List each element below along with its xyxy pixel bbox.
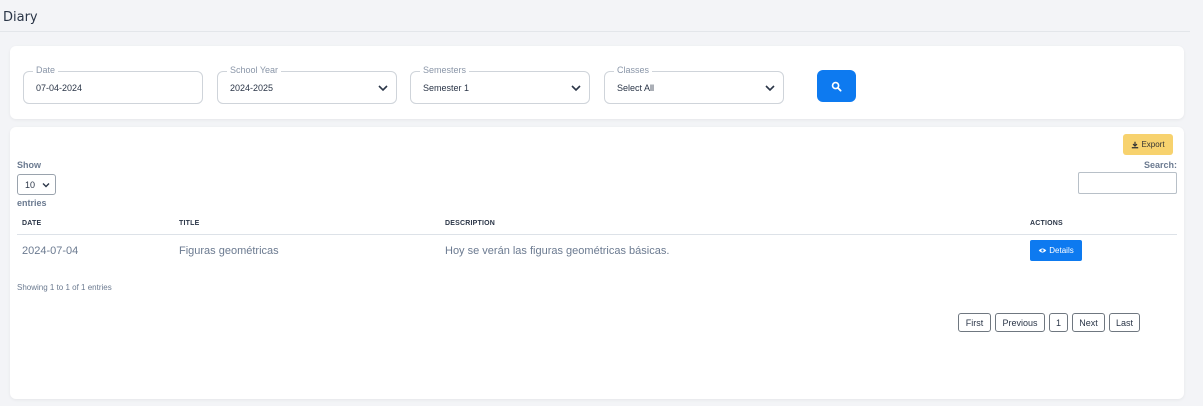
search-button[interactable]	[817, 70, 856, 102]
semesters-label: Semesters	[420, 65, 470, 76]
school-year-label: School Year	[227, 65, 282, 76]
cell-date: 2024-07-04	[22, 245, 79, 257]
search-icon	[831, 81, 842, 92]
page-length-value: 10	[25, 180, 36, 190]
table-search-input[interactable]	[1078, 172, 1177, 194]
column-header-title[interactable]: TITLE	[179, 220, 199, 227]
details-button[interactable]: Details	[1030, 240, 1082, 261]
column-header-description[interactable]: DESCRIPTION	[445, 220, 495, 227]
search-label: Search:	[1143, 160, 1177, 170]
classes-value: Select All	[617, 83, 655, 93]
pagination-first-button[interactable]: First	[958, 313, 991, 332]
diary-table-panel: Export Show 10 entries Search: DATE TITL…	[10, 127, 1184, 399]
chevron-down-icon	[378, 85, 388, 92]
semesters-value: Semester 1	[423, 83, 470, 93]
pagination-next-button[interactable]: Next	[1072, 313, 1105, 332]
export-button[interactable]: Export	[1123, 134, 1173, 155]
date-field[interactable]: Date 07-04-2024	[23, 65, 203, 104]
pagination-previous-button[interactable]: Previous	[995, 313, 1045, 332]
page-title: Diary	[3, 10, 38, 25]
pagination-last-button[interactable]: Last	[1109, 313, 1140, 332]
semesters-select[interactable]: Semesters Semester 1	[410, 65, 590, 104]
date-label: Date	[33, 65, 59, 76]
table-info: Showing 1 to 1 of 1 entries	[17, 283, 112, 292]
chevron-down-icon	[42, 183, 50, 188]
classes-select[interactable]: Classes Select All	[604, 65, 784, 104]
download-icon	[1132, 141, 1139, 148]
pagination-page-button[interactable]: 1	[1049, 313, 1068, 332]
school-year-select[interactable]: School Year 2024-2025	[217, 65, 397, 104]
column-header-date[interactable]: DATE	[22, 220, 41, 227]
cell-title: Figuras geométricas	[179, 245, 279, 257]
show-label: Show	[17, 160, 41, 170]
export-label: Export	[1141, 140, 1165, 149]
chevron-down-icon	[571, 85, 581, 92]
cell-description: Hoy se verán las figuras geométricas bás…	[445, 245, 670, 257]
school-year-value: 2024-2025	[230, 83, 274, 93]
column-header-actions: ACTIONS	[1030, 220, 1063, 227]
details-label: Details	[1049, 246, 1074, 255]
page-length-select[interactable]: 10	[17, 174, 56, 195]
eye-icon	[1039, 248, 1047, 253]
chevron-down-icon	[765, 85, 775, 92]
date-value[interactable]: 07-04-2024	[36, 83, 82, 93]
entries-label: entries	[17, 198, 47, 208]
table-header-divider	[17, 234, 1177, 235]
title-divider	[0, 31, 1190, 32]
classes-label: Classes	[614, 65, 653, 76]
filter-panel: Date 07-04-2024 School Year 2024-2025 Se…	[10, 46, 1184, 119]
